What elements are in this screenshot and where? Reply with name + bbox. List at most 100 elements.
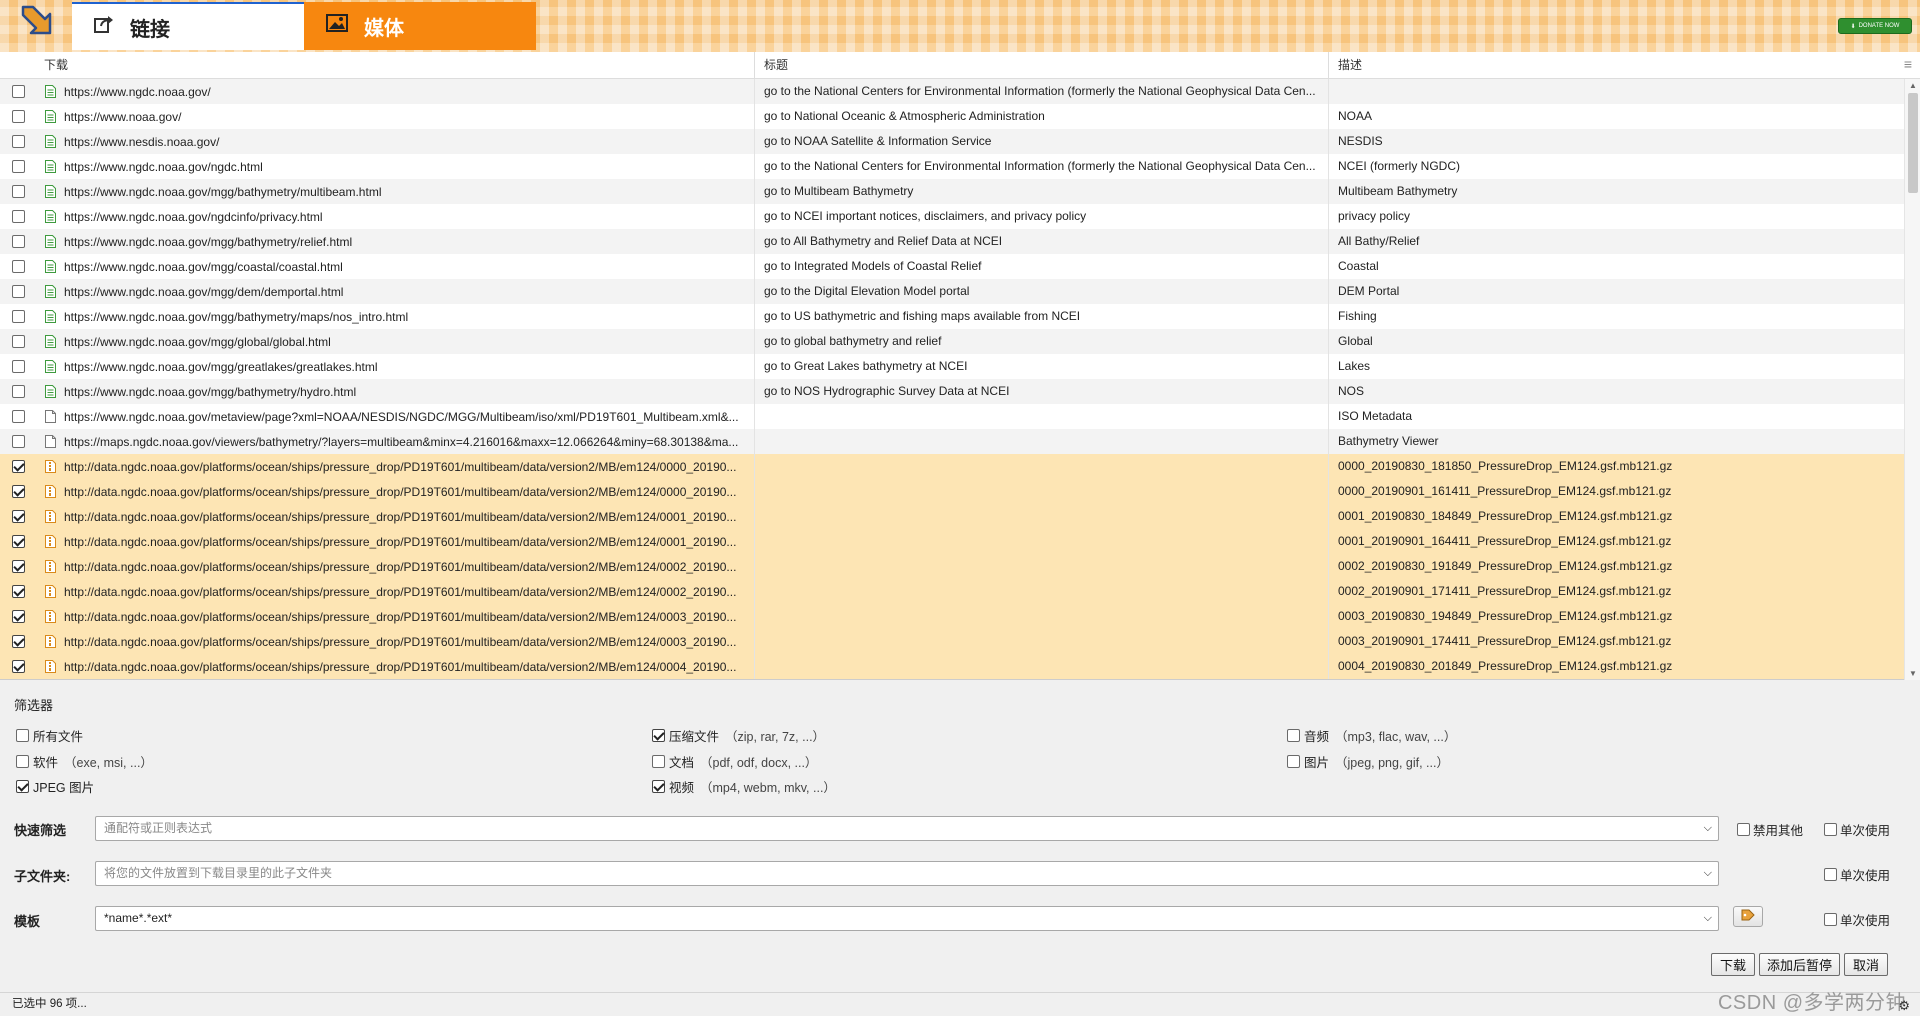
gear-icon[interactable]: ⚙ (1898, 998, 1910, 1014)
cancel-button[interactable]: 取消 (1844, 953, 1888, 976)
row-checkbox[interactable] (11, 285, 25, 298)
chevron-down-icon[interactable]: ⌵ (1704, 862, 1712, 885)
table-row[interactable]: https://www.ngdc.noaa.gov/go to the Nati… (0, 79, 1904, 104)
filter-documents[interactable]: 文档 （pdf, odf, docx, ...） (652, 752, 817, 771)
filter-video[interactable]: 视频 （mp4, webm, mkv, ...） (652, 777, 836, 796)
column-header-title[interactable]: 标题 (754, 52, 788, 79)
table-row[interactable]: http://data.ngdc.noaa.gov/platforms/ocea… (0, 604, 1904, 629)
row-checkbox[interactable] (11, 160, 25, 173)
vertical-scrollbar[interactable]: ▲ ▼ (1904, 79, 1920, 680)
filter-audio[interactable]: 音频 （mp3, flac, wav, ...） (1287, 726, 1456, 745)
tab-media[interactable]: 媒体 (304, 2, 536, 50)
column-header-description[interactable]: 描述 (1328, 52, 1362, 79)
table-row[interactable]: http://data.ngdc.noaa.gov/platforms/ocea… (0, 529, 1904, 554)
filter-jpeg[interactable]: JPEG 图片 (16, 777, 100, 796)
table-row[interactable]: https://www.ngdc.noaa.gov/mgg/global/glo… (0, 329, 1904, 354)
filter-ext: （jpeg, png, gif, ...） (1335, 756, 1449, 770)
subfolder-once-checkbox[interactable] (1824, 868, 1837, 881)
row-checkbox[interactable] (11, 660, 25, 673)
row-checkbox[interactable] (11, 135, 25, 148)
add-paused-button[interactable]: 添加后暂停 (1759, 953, 1840, 976)
mask-tags-button[interactable] (1733, 906, 1763, 927)
row-checkbox[interactable] (11, 185, 25, 198)
row-checkbox[interactable] (11, 485, 25, 498)
disable-others-option[interactable]: 禁用其他 (1737, 820, 1803, 839)
subfolder-input[interactable]: 将您的文件放置到下载目录里的此子文件夹 ⌵ (95, 861, 1719, 886)
filter-images-checkbox[interactable] (1287, 755, 1300, 768)
table-row[interactable]: http://data.ngdc.noaa.gov/platforms/ocea… (0, 454, 1904, 479)
table-row[interactable]: https://www.ngdc.noaa.gov/mgg/coastal/co… (0, 254, 1904, 279)
table-row[interactable]: https://www.ngdc.noaa.gov/mgg/bathymetry… (0, 179, 1904, 204)
table-row[interactable]: https://www.ngdc.noaa.gov/ngdcinfo/priva… (0, 204, 1904, 229)
row-checkbox[interactable] (11, 310, 25, 323)
chevron-down-icon[interactable]: ⌵ (1704, 817, 1712, 840)
row-checkbox[interactable] (11, 210, 25, 223)
row-checkbox[interactable] (11, 610, 25, 623)
mask-once-option[interactable]: 单次使用 (1824, 910, 1890, 929)
row-checkbox[interactable] (11, 85, 25, 98)
filter-software-checkbox[interactable] (16, 755, 29, 768)
row-checkbox[interactable] (11, 510, 25, 523)
filter-audio-checkbox[interactable] (1287, 729, 1300, 742)
table-row[interactable]: http://data.ngdc.noaa.gov/platforms/ocea… (0, 654, 1904, 679)
scroll-down-icon[interactable]: ▼ (1909, 669, 1917, 678)
table-row[interactable]: https://www.ngdc.noaa.gov/mgg/bathymetry… (0, 379, 1904, 404)
row-checkbox[interactable] (11, 335, 25, 348)
row-title (754, 529, 1328, 554)
filter-jpeg-checkbox[interactable] (16, 780, 29, 793)
table-row[interactable]: http://data.ngdc.noaa.gov/platforms/ocea… (0, 504, 1904, 529)
table-row[interactable]: http://data.ngdc.noaa.gov/platforms/ocea… (0, 629, 1904, 654)
filter-images[interactable]: 图片 （jpeg, png, gif, ...） (1287, 752, 1449, 771)
row-checkbox-cell (0, 135, 36, 148)
scroll-up-icon[interactable]: ▲ (1909, 81, 1917, 90)
column-header-download[interactable]: 下载 (36, 52, 68, 79)
row-checkbox[interactable] (11, 360, 25, 373)
scroll-thumb[interactable] (1908, 93, 1918, 193)
subfolder-once-option[interactable]: 单次使用 (1824, 865, 1890, 884)
download-button[interactable]: 下载 (1711, 953, 1755, 976)
table-row[interactable]: https://www.ngdc.noaa.gov/metaview/page?… (0, 404, 1904, 429)
filter-all-files-checkbox[interactable] (16, 729, 29, 742)
column-menu-icon[interactable]: ≡ (1904, 56, 1912, 72)
table-row[interactable]: https://www.ngdc.noaa.gov/mgg/dem/dempor… (0, 279, 1904, 304)
mask-once-checkbox[interactable] (1824, 913, 1837, 926)
filter-documents-checkbox[interactable] (652, 755, 665, 768)
table-row[interactable]: https://www.nesdis.noaa.gov/go to NOAA S… (0, 129, 1904, 154)
quick-filter-once-checkbox[interactable] (1824, 823, 1837, 836)
row-checkbox[interactable] (11, 535, 25, 548)
quick-filter-once-option[interactable]: 单次使用 (1824, 820, 1890, 839)
quick-filter-input[interactable]: 通配符或正则表达式 ⌵ (95, 816, 1719, 841)
row-checkbox[interactable] (11, 585, 25, 598)
table-row[interactable]: https://www.noaa.gov/go to National Ocea… (0, 104, 1904, 129)
archive-file-icon (44, 485, 56, 498)
filter-all-files[interactable]: 所有文件 (16, 726, 89, 745)
mask-input[interactable]: *name*.*ext* ⌵ (95, 906, 1719, 931)
chevron-down-icon[interactable]: ⌵ (1704, 907, 1712, 930)
table-row[interactable]: http://data.ngdc.noaa.gov/platforms/ocea… (0, 479, 1904, 504)
row-checkbox[interactable] (11, 260, 25, 273)
table-row[interactable]: http://data.ngdc.noaa.gov/platforms/ocea… (0, 579, 1904, 604)
table-row[interactable]: https://www.ngdc.noaa.gov/mgg/greatlakes… (0, 354, 1904, 379)
filter-archives[interactable]: 压缩文件 （zip, rar, 7z, ...） (652, 726, 825, 745)
table-row[interactable]: https://maps.ngdc.noaa.gov/viewers/bathy… (0, 429, 1904, 454)
row-checkbox[interactable] (11, 410, 25, 423)
row-url: https://www.ngdc.noaa.gov/mgg/bathymetry… (64, 184, 382, 199)
filter-archives-checkbox[interactable] (652, 729, 665, 742)
row-checkbox[interactable] (11, 110, 25, 123)
table-row[interactable]: http://data.ngdc.noaa.gov/platforms/ocea… (0, 554, 1904, 579)
row-checkbox[interactable] (11, 460, 25, 473)
table-row[interactable]: https://www.ngdc.noaa.gov/mgg/bathymetry… (0, 304, 1904, 329)
filter-software[interactable]: 软件 （exe, msi, ...） (16, 752, 153, 771)
row-checkbox[interactable] (11, 235, 25, 248)
disable-others-checkbox[interactable] (1737, 823, 1750, 836)
subfolder-label: 子文件夹: (14, 869, 71, 884)
row-checkbox[interactable] (11, 635, 25, 648)
row-checkbox[interactable] (11, 385, 25, 398)
table-row[interactable]: https://www.ngdc.noaa.gov/mgg/bathymetry… (0, 229, 1904, 254)
table-row[interactable]: https://www.ngdc.noaa.gov/ngdc.html go to… (0, 154, 1904, 179)
filter-video-checkbox[interactable] (652, 780, 665, 793)
row-checkbox[interactable] (11, 435, 25, 448)
row-checkbox[interactable] (11, 560, 25, 573)
donate-button[interactable]: ⬇ DONATE NOW (1838, 18, 1912, 34)
tab-links[interactable]: 链接 (72, 2, 304, 50)
